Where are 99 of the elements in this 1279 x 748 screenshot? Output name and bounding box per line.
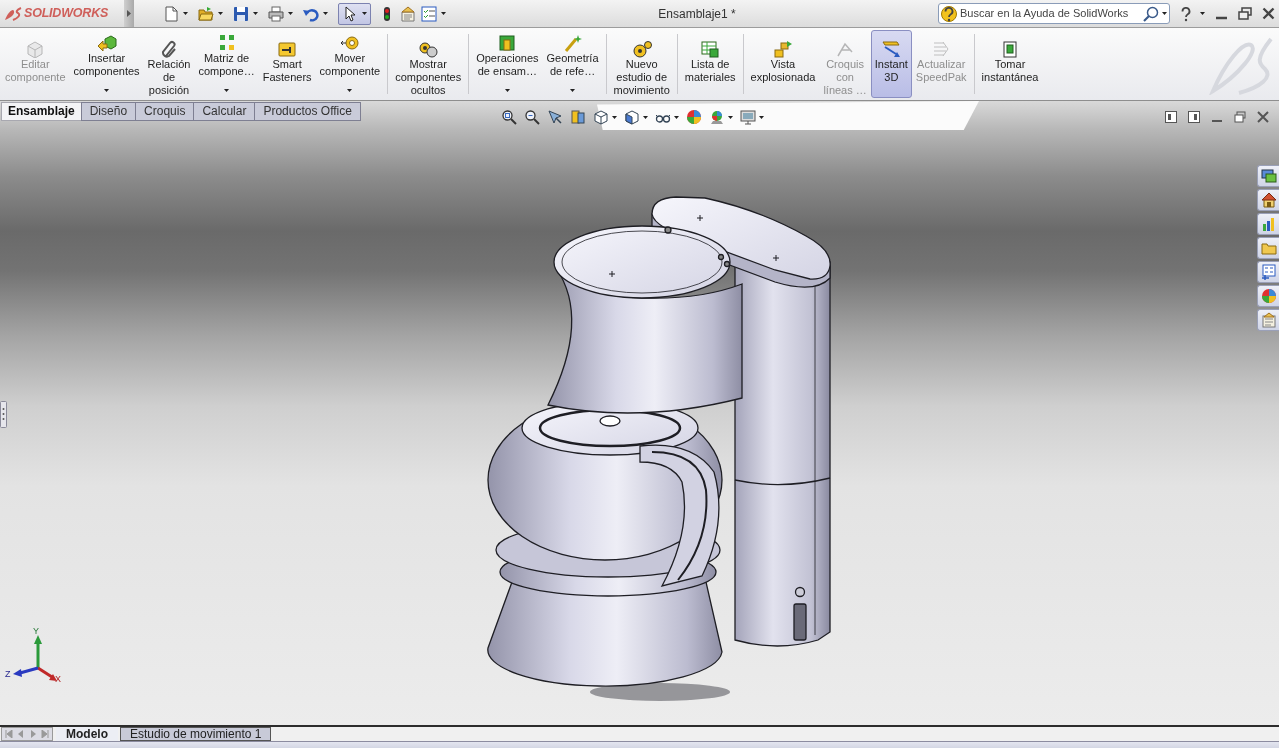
caret-icon[interactable]	[288, 12, 293, 15]
sketch-lines-icon	[835, 40, 856, 58]
caret-icon[interactable]	[218, 12, 223, 15]
restore-icon[interactable]	[1238, 7, 1252, 20]
close-icon[interactable]	[1262, 7, 1275, 20]
new-document-icon[interactable]	[163, 5, 179, 22]
ribbon-button[interactable]: Geometría de refe…	[542, 30, 603, 98]
document-icon	[1260, 312, 1277, 328]
panel-handle[interactable]	[0, 401, 7, 428]
axis-label: Z	[5, 669, 11, 679]
caret-icon[interactable]	[441, 12, 446, 15]
pointer-arrow-icon	[342, 5, 358, 22]
search-field[interactable]: Buscar en la Ayuda de SolidWorks	[938, 3, 1170, 24]
folder-icon	[1260, 240, 1277, 256]
caret-icon[interactable]	[674, 115, 679, 119]
color-ball-icon[interactable]	[686, 109, 702, 125]
bottom-tab[interactable]: Estudio de movimiento 1	[120, 727, 272, 741]
section-box-icon[interactable]	[570, 109, 586, 125]
wand-icon	[562, 34, 583, 52]
screens-icon	[1260, 168, 1277, 184]
arrow-icon[interactable]	[547, 109, 563, 125]
menu-expand-button[interactable]	[124, 0, 134, 27]
task-pane-tab[interactable]	[1257, 213, 1279, 235]
ring-arrow-icon	[339, 34, 360, 52]
magnifier-icon[interactable]	[524, 109, 540, 125]
checklist-icon[interactable]	[421, 5, 437, 22]
bottom-tab[interactable]: Modelo	[56, 727, 118, 741]
blocks-icon	[772, 40, 793, 58]
ribbon-button[interactable]: Vista explosionada	[746, 30, 820, 98]
caret-icon[interactable]	[253, 12, 258, 15]
arrow-icon	[127, 10, 131, 17]
caret-icon[interactable]	[104, 89, 110, 92]
restore-icon[interactable]	[1234, 111, 1246, 123]
caret-icon[interactable]	[759, 115, 764, 119]
command-tab[interactable]: Ensamblaje	[1, 102, 82, 121]
orientation-triad-drawing	[13, 635, 57, 681]
gears-icon	[418, 40, 439, 58]
caret-icon[interactable]	[643, 115, 648, 119]
axis-label: Y	[33, 626, 39, 636]
ds-logo-icon	[4, 6, 22, 21]
command-tab[interactable]: Croquis	[135, 102, 195, 121]
caret-icon[interactable]	[362, 12, 367, 15]
caret-icon[interactable]	[347, 89, 353, 92]
ribbon-button[interactable]: Mover componente	[315, 30, 385, 98]
caret-icon[interactable]	[224, 89, 230, 92]
block-icon	[497, 34, 518, 52]
window-title: Ensamblaje1 *	[658, 6, 736, 21]
list-icon	[1260, 264, 1277, 280]
ribbon-button[interactable]: Insertar componentes	[69, 30, 144, 98]
command-tab[interactable]: Diseño	[80, 102, 137, 121]
ribbon-button[interactable]: Matriz de compone…	[194, 30, 259, 98]
caret-icon[interactable]	[183, 12, 188, 15]
cube-icon[interactable]	[624, 109, 640, 125]
command-tab[interactable]: Calcular	[193, 102, 256, 121]
caret-icon[interactable]	[504, 89, 510, 92]
ribbon-button[interactable]: Nuevo estudio de movimiento	[609, 30, 674, 98]
ribbon-button[interactable]: Tomar instantánea	[977, 30, 1043, 98]
ruler-arrow-icon	[881, 40, 902, 58]
caret-icon[interactable]	[1162, 12, 1167, 15]
ribbon-button[interactable]: Instant 3D	[870, 30, 912, 98]
ribbon-button[interactable]: Lista de materiales	[680, 30, 740, 98]
caret-icon[interactable]	[1200, 12, 1205, 15]
ribbon-button[interactable]: Smart Fasteners	[258, 30, 316, 98]
globe-icon[interactable]	[709, 109, 725, 125]
monitor-icon[interactable]	[740, 109, 756, 125]
axis-label: X	[55, 674, 61, 684]
command-tab[interactable]: Productos Office	[254, 102, 361, 121]
split-view-icon[interactable]	[1188, 111, 1200, 123]
select-tool-button[interactable]	[338, 2, 371, 25]
color-ball-icon	[1260, 288, 1277, 304]
ribbon-button[interactable]: Operaciones de ensam…	[472, 30, 543, 98]
cube-icon[interactable]	[593, 109, 609, 125]
open-folder-icon[interactable]	[198, 5, 214, 22]
caret-icon[interactable]	[323, 12, 328, 15]
table-icon	[700, 40, 721, 58]
caret-icon[interactable]	[728, 115, 733, 119]
ribbon-button[interactable]: Relación de posición	[143, 30, 195, 98]
paperclip-icon	[159, 40, 179, 58]
magnifier-icon[interactable]	[501, 109, 517, 125]
bolt-icon	[277, 40, 298, 58]
task-pane-tab[interactable]	[1257, 165, 1279, 187]
box-arrow-icon	[96, 34, 117, 52]
gears-icon	[631, 40, 652, 58]
ribbon-button[interactable]: Mostrar componentes ocultos	[391, 30, 466, 98]
document-icon[interactable]	[400, 5, 416, 22]
close-icon[interactable]	[1257, 111, 1269, 123]
printer-icon[interactable]	[268, 5, 284, 22]
bar-chart-icon	[1260, 216, 1277, 232]
search-icon[interactable]	[1143, 5, 1159, 22]
box-icon	[25, 40, 46, 58]
house-icon	[1260, 192, 1277, 208]
help-icon	[941, 5, 957, 22]
task-pane-tab[interactable]	[1257, 189, 1279, 211]
app-logo-text: SOLIDWORKS	[24, 5, 109, 23]
split-view-icon[interactable]	[1165, 111, 1177, 123]
task-pane-tab[interactable]	[1257, 285, 1279, 307]
task-pane-tab[interactable]	[1257, 261, 1279, 283]
caret-icon[interactable]	[612, 115, 617, 119]
caret-icon[interactable]	[570, 89, 576, 92]
